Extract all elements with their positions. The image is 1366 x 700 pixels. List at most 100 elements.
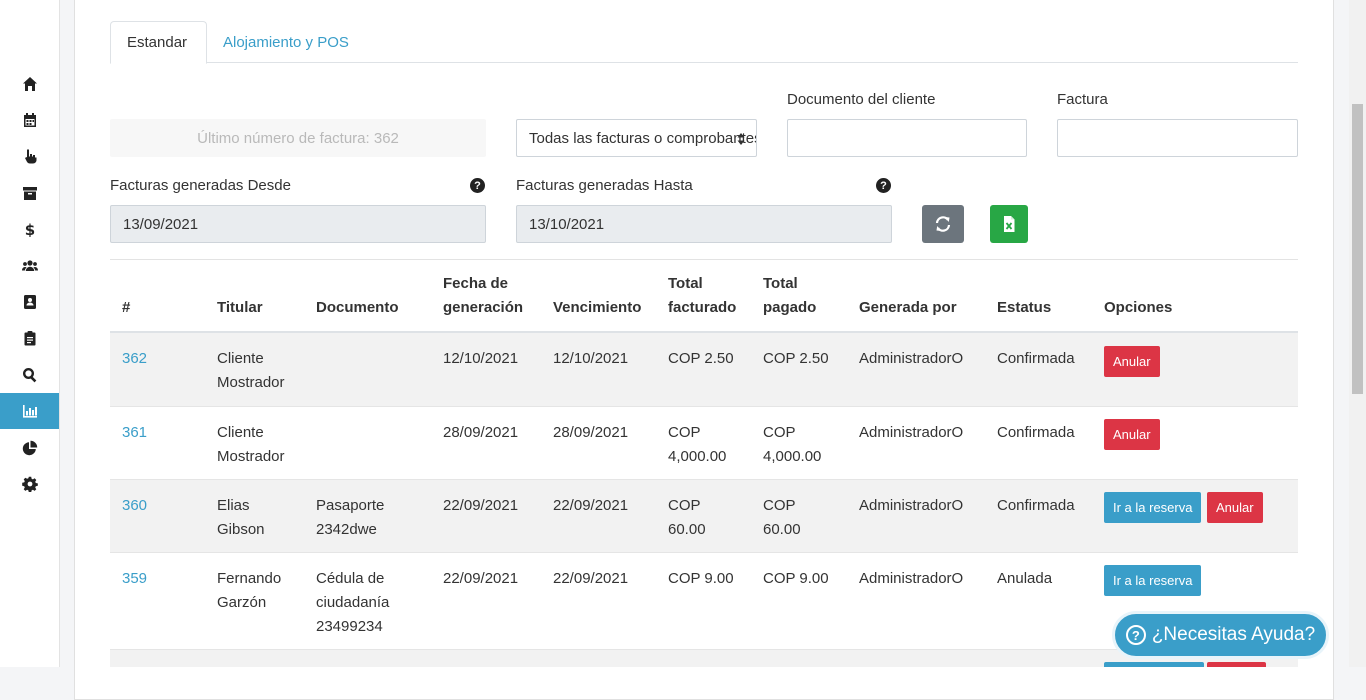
date-to-label: Facturas generadas Hasta [516,177,693,194]
sidebar-item-pointer[interactable] [0,138,59,174]
sidebar-item-archive[interactable] [0,175,59,211]
document-line2: ciudadanía [316,594,390,611]
sidebar-item-home[interactable] [0,66,59,102]
cancel-invoice-button[interactable]: Anular [1104,419,1160,450]
users-icon [21,260,38,271]
filters-divider [110,259,1298,260]
invoice-number-link[interactable]: 359 [122,567,147,591]
date-from-input[interactable]: 13/09/2021 [110,205,486,243]
sidebar-item-search[interactable] [0,357,59,393]
generated-date-cell: 22/09/2021 [443,497,519,514]
col-header-generated-line1: Fecha de [443,275,509,292]
paid-cell: COP 4,000.00 [763,421,821,469]
document-line3: 23499234 [316,618,383,635]
select-caret-icon [737,133,745,145]
export-excel-button[interactable] [990,205,1028,243]
sidebar-item-users[interactable] [0,248,59,284]
holder-line2: Garzón [217,594,267,611]
cancel-invoice-button[interactable] [1207,662,1266,667]
invoice-number-link[interactable]: 360 [122,494,147,518]
document-cell: Cédula de ciudadanía 23499234 [316,567,389,639]
help-chat-label: ¿Necesitas Ayuda? [1151,624,1316,645]
archive-icon [22,187,37,200]
billed-line2: 60.00 [668,521,706,538]
gear-icon [21,476,38,492]
cancel-invoice-button[interactable]: Anular [1207,492,1263,523]
generated-by-cell: AdministradorO [859,570,964,587]
date-from-label: Facturas generadas Desde [110,177,291,194]
holder-cell: Cliente Mostrador [217,347,285,395]
go-to-reservation-button[interactable]: Ir a la reserva [1104,565,1202,596]
home-icon [22,77,37,91]
table-row: 360 Elias Gibson Pasaporte 2342dwe 22/09… [110,480,1298,553]
generated-date-cell: 12/10/2021 [443,350,519,367]
tab-standard[interactable]: Estandar [110,21,207,64]
paid-line1: COP [763,424,796,441]
col-header-generated-by: Generada por [859,299,957,316]
due-date-cell: 12/10/2021 [553,350,629,367]
sidebar-item-analytics[interactable] [0,430,59,466]
table-row: 362 Cliente Mostrador 12/10/2021 12/10/2… [110,333,1298,407]
tab-bar: Estandar Alojamiento y POS [110,21,1298,64]
holder-line1: Cliente [217,424,264,441]
due-date-cell: 28/09/2021 [553,424,629,441]
billed-line2: 4,000.00 [668,448,727,465]
cancel-invoice-button[interactable]: Anular [1104,346,1160,377]
document-line1: Cédula de [316,570,385,587]
holder-line1: Fernando [217,570,282,587]
billed-cell: COP 60.00 [668,494,706,542]
sidebar: $ [0,0,60,667]
hand-pointer-icon [24,149,36,164]
invoice-number-link[interactable]: 362 [122,347,147,371]
date-from-help-icon[interactable]: ? [470,178,485,193]
holder-line2: Mostrador [217,448,285,465]
bar-chart-icon [22,405,37,418]
holder-cell: Fernando Garzón [217,567,281,615]
last-invoice-number: Último número de factura: 362 [110,119,486,157]
col-header-paid-line2: pagado [763,299,817,316]
billed-line1: COP [668,424,701,441]
refresh-button[interactable] [922,205,964,243]
sidebar-item-calendar[interactable] [0,102,59,138]
sidebar-item-contacts[interactable] [0,284,59,320]
tab-lodging-pos[interactable]: Alojamiento y POS [207,21,365,63]
generated-date-cell: 22/09/2021 [443,570,519,587]
billed-cell: COP 2.50 [668,350,734,367]
billed-line1: COP [668,497,701,514]
col-header-number: # [122,299,131,316]
invoice-type-value: Todas las facturas o comprobantes [529,129,757,147]
paid-line2: 4,000.00 [763,448,822,465]
generated-date-cell: 28/09/2021 [443,424,519,441]
help-chat-button[interactable]: ? ¿Necesitas Ayuda? [1112,611,1329,659]
go-to-reservation-button[interactable] [1104,662,1204,667]
col-header-billed: Total facturado [668,272,736,320]
page-scrollbar[interactable] [1349,0,1366,667]
invoice-input[interactable] [1057,119,1298,157]
client-document-input[interactable] [787,119,1027,157]
col-header-paid-line1: Total [763,275,798,292]
col-header-holder: Titular [217,299,263,316]
col-header-document: Documento [316,299,399,316]
sidebar-item-settings[interactable] [0,466,59,502]
date-to-input[interactable]: 13/10/2021 [516,205,892,243]
invoice-number-link[interactable]: 361 [122,421,147,445]
sidebar-item-clipboard[interactable] [0,320,59,356]
document-cell: Pasaporte 2342dwe [316,494,384,542]
refresh-icon [935,216,951,232]
go-to-reservation-button[interactable]: Ir a la reserva [1104,492,1202,523]
invoice-type-select[interactable]: Todas las facturas o comprobantes [516,119,757,157]
scrollbar-thumb[interactable] [1352,104,1363,394]
sidebar-item-dollar[interactable]: $ [0,211,59,247]
search-icon [22,367,36,383]
paid-cell: COP 60.00 [763,494,801,542]
dollar-icon: $ [24,221,34,237]
paid-line1: COP [763,497,796,514]
date-to-help-icon[interactable]: ? [876,178,891,193]
holder-line1: Elias [217,497,250,514]
holder-cell: Cliente Mostrador [217,421,285,469]
sidebar-item-reports[interactable] [0,393,59,429]
generated-by-cell: AdministradorO [859,424,964,441]
document-line1: Pasaporte [316,497,385,514]
generated-by-cell: AdministradorO [859,497,964,514]
col-header-status: Estatus [997,299,1052,316]
